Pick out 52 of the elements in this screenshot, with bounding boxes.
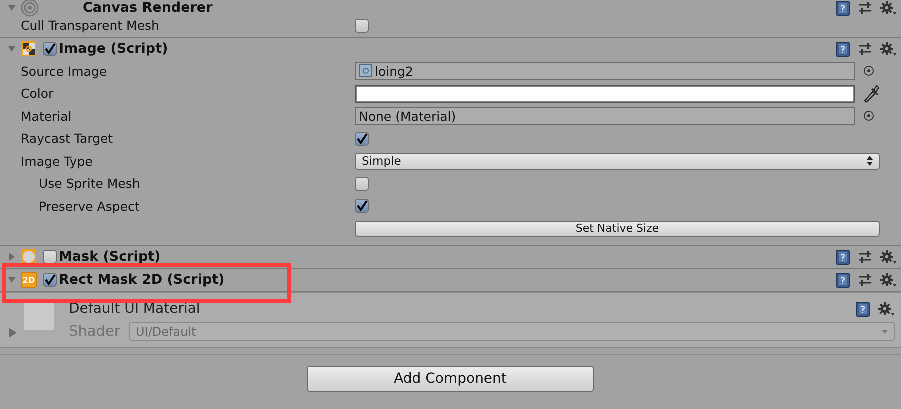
presets-sliders-icon[interactable] — [858, 273, 872, 287]
material-name: Default UI Material — [69, 301, 200, 317]
settings-icon[interactable] — [880, 0, 897, 16]
updown-arrows-icon — [867, 156, 873, 166]
property-label: Cull Transparent Mesh — [20, 18, 160, 33]
object-picker-icon[interactable] — [863, 110, 875, 122]
settings-icon[interactable] — [880, 42, 897, 56]
circle-mask-icon — [21, 249, 37, 265]
enable-checkbox[interactable] — [43, 250, 57, 264]
dropdown[interactable]: Simple — [355, 152, 880, 170]
presets-sliders-icon[interactable] — [858, 1, 872, 15]
checkbox[interactable] — [355, 18, 369, 32]
property-label: Image Type — [20, 154, 94, 169]
component-title: Rect Mask 2D (Script) — [59, 272, 225, 288]
material-preview — [24, 303, 54, 330]
presets-sliders-icon[interactable] — [858, 250, 872, 264]
component-title: Mask (Script) — [59, 249, 161, 265]
property-label: Source Image — [20, 64, 108, 79]
settings-icon[interactable] — [880, 272, 897, 288]
image-icon — [21, 41, 37, 57]
sprite-icon — [359, 64, 373, 78]
property-label: Preserve Aspect — [38, 198, 141, 214]
property-label: Material — [20, 108, 73, 124]
shader-label: Shader — [69, 324, 122, 340]
help-book-icon[interactable] — [836, 42, 850, 56]
set-native-size-button[interactable]: Set Native Size — [355, 220, 880, 237]
settings-icon[interactable] — [878, 302, 895, 316]
object-picker-icon[interactable] — [863, 65, 875, 78]
add-component-button[interactable]: Add Component — [307, 366, 594, 392]
property-label: Raycast Target — [20, 131, 114, 146]
rect-mask-icon: 2D — [21, 272, 37, 288]
help-book-icon[interactable] — [856, 302, 870, 316]
object-field[interactable]: loing2 — [355, 62, 855, 80]
settings-icon[interactable] — [880, 250, 897, 264]
help-book-icon[interactable] — [836, 250, 850, 264]
help-book-icon[interactable] — [836, 272, 850, 288]
component-title: Canvas Renderer — [83, 0, 213, 16]
enable-checkbox[interactable] — [43, 42, 57, 56]
component-title: Image (Script) — [59, 41, 168, 57]
presets-sliders-icon[interactable] — [858, 42, 872, 56]
dropdown-arrow-icon — [882, 330, 888, 334]
color-field[interactable] — [355, 84, 855, 103]
object-field[interactable]: None (Material) — [355, 107, 855, 126]
eyedropper-icon[interactable] — [863, 84, 879, 104]
concentric-circles-icon — [21, 0, 39, 17]
help-book-icon[interactable] — [836, 0, 850, 16]
checkbox[interactable] — [355, 176, 369, 191]
property-label: Color — [20, 86, 55, 102]
checkbox[interactable] — [355, 132, 369, 146]
enable-checkbox[interactable] — [43, 273, 57, 287]
checkbox[interactable] — [355, 199, 369, 214]
property-label: Use Sprite Mesh — [38, 176, 142, 192]
